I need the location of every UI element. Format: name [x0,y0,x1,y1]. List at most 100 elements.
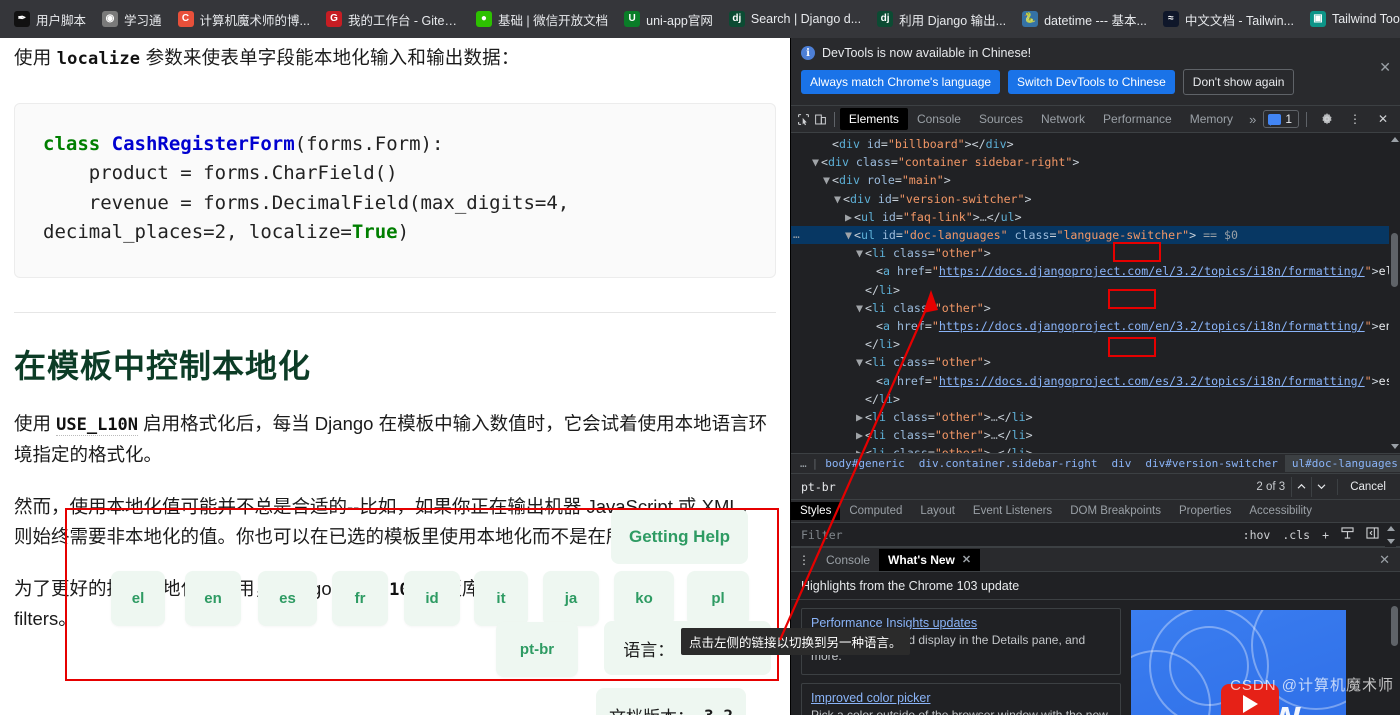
expand-triangle-icon[interactable]: ▼ [856,299,865,317]
devtools-tab-console[interactable]: Console [908,108,970,130]
bookmark-item[interactable]: ● 基础 | 微信开放文档 [468,6,616,33]
dom-node-line[interactable]: ▼ <li class="other"> [791,299,1400,317]
dom-node-line[interactable]: … ▼ <ul id="doc-languages" class="language… [791,226,1400,245]
dom-node-line[interactable]: ▶ <ul id="faq-link">…</ul> [791,208,1400,226]
breadcrumb-item[interactable]: div [1105,455,1139,472]
dom-node-line[interactable]: <a href="https://docs.djangoproject.com/… [791,372,1400,390]
search-prev-icon[interactable] [1291,476,1311,497]
styles-tab-layout[interactable]: Layout [911,502,964,520]
dom-node-line[interactable]: </li> [791,390,1400,408]
dom-scrollbar-thumb[interactable] [1391,233,1398,287]
language-chip-pt-br[interactable]: pt-br [496,622,578,677]
bookmark-item[interactable]: ✒ 用户脚本 [6,6,94,33]
more-options-kebab-icon[interactable]: ⋮ [1342,107,1368,131]
drawer-menu-kebab-icon[interactable]: ⋮ [791,554,817,566]
getting-help-chip[interactable]: Getting Help [611,509,748,564]
bookmark-item[interactable]: 🐍 datetime --- 基本... [1014,6,1155,33]
close-devtools-icon[interactable]: ✕ [1370,107,1396,131]
styles-tab-styles[interactable]: Styles [791,502,841,520]
class-toggle[interactable]: .cls [1276,528,1316,542]
language-chip-ko[interactable]: ko [614,571,674,626]
expand-triangle-icon[interactable]: ▼ [856,353,865,371]
whats-new-media-thumbnail[interactable]: new [1131,610,1346,715]
dom-node-line[interactable]: <a href="https://docs.djangoproject.com/… [791,317,1400,335]
switch-devtools-chinese-button[interactable]: Switch DevTools to Chinese [1008,70,1175,94]
whats-new-card[interactable]: Improved color picker Pick a color outsid… [801,682,1121,715]
dom-node-line[interactable]: <div id="billboard"></div> [791,135,1400,153]
expand-triangle-icon[interactable]: ▼ [812,153,821,171]
collapse-triangle-icon[interactable]: ▶ [856,408,865,426]
dom-node-line[interactable]: ▶<li class="other">…</li> [791,444,1400,453]
language-chip-en[interactable]: en [185,571,241,626]
bookmark-item[interactable]: C 计算机魔术师的博... [170,6,318,33]
breadcrumb-item[interactable]: body#generic [818,455,911,472]
bookmark-item[interactable]: Uuni-app官网 [616,6,721,33]
language-chip-el[interactable]: el [111,571,165,626]
bookmark-item[interactable]: dj 利用 Django 输出... [869,6,1014,33]
breadcrumb-item[interactable]: div.container.sidebar-right [912,455,1105,472]
styles-scroll-arrows[interactable] [1385,522,1396,547]
tabs-overflow-icon[interactable]: » [1242,110,1263,129]
whats-new-scrollbar-thumb[interactable] [1391,606,1398,646]
dom-node-line[interactable]: ▼ <div id="version-switcher"> [791,190,1400,208]
dont-show-again-button[interactable]: Don't show again [1182,69,1295,95]
devtools-tab-sources[interactable]: Sources [970,108,1032,130]
collapse-triangle-icon[interactable]: ▶ [856,444,865,453]
language-chip-fr[interactable]: fr [332,571,388,626]
always-match-language-button[interactable]: Always match Chrome's language [801,70,1001,94]
settings-gear-icon[interactable] [1314,107,1340,131]
dom-node-line[interactable]: ▶<li class="other">…</li> [791,426,1400,444]
devtools-tab-performance[interactable]: Performance [1094,108,1181,130]
breadcrumb-item[interactable]: ul#doc-languages.language-switcher [1284,455,1400,472]
expand-triangle-icon[interactable]: ▼ [823,171,832,189]
dom-tree-scrollbar[interactable] [1389,133,1400,453]
devtools-tab-elements[interactable]: Elements [839,108,908,130]
play-button-icon[interactable] [1221,684,1279,715]
styles-tab-event-listeners[interactable]: Event Listeners [964,502,1061,520]
computed-styles-icon[interactable] [1335,527,1360,542]
collapse-triangle-icon[interactable]: ▶ [856,426,865,444]
bookmark-item[interactable]: ≈ 中文文档 - Tailwin... [1155,6,1302,33]
language-chip-ja[interactable]: ja [543,571,599,626]
node-badge-dots[interactable]: … [793,226,800,244]
language-chip-it[interactable]: it [474,571,528,626]
device-toolbar-icon[interactable] [812,107,829,131]
breadcrumb-item[interactable]: div#version-switcher [1138,455,1284,472]
dom-search-input[interactable] [793,479,1251,494]
language-chip-es[interactable]: es [258,571,317,626]
styles-tab-properties[interactable]: Properties [1170,502,1240,520]
dom-node-line[interactable]: </li> [791,335,1400,353]
dom-tree[interactable]: <div id="billboard"></div> ▼ <div class="c… [791,133,1400,453]
expand-triangle-icon[interactable]: ▼ [845,226,854,244]
bookmark-item[interactable]: ◉ 学习通 [94,6,170,33]
breadcrumb-overflow-left[interactable]: … [795,457,812,470]
devtools-tab-memory[interactable]: Memory [1181,108,1242,130]
expand-triangle-icon[interactable]: ▼ [834,190,843,208]
bookmark-item[interactable]: G 我的工作台 - Gitee... [318,6,468,33]
whats-new-card-title[interactable]: Improved color picker [811,691,1111,705]
close-infobar-icon[interactable]: ✕ [1379,60,1391,74]
dom-node-line[interactable]: ▶<li class="other">…</li> [791,408,1400,426]
dom-node-line[interactable]: <a href="https://docs.djangoproject.com/… [791,262,1400,280]
language-chip-id[interactable]: id [404,571,460,626]
styles-filter-input[interactable] [795,527,1237,542]
new-style-rule-icon[interactable]: + [1316,528,1335,542]
dom-node-line[interactable]: ▼ <div class="container sidebar-right"> [791,153,1400,171]
dom-node-line[interactable]: ▼ <li class="other"> [791,353,1400,371]
styles-tab-dom-breakpoints[interactable]: DOM Breakpoints [1061,502,1170,520]
bookmark-item[interactable]: dj Search | Django d... [721,7,869,31]
hover-state-toggle[interactable]: :hov [1237,528,1277,542]
styles-tab-accessibility[interactable]: Accessibility [1240,502,1321,520]
toggle-sidebar-icon[interactable] [1360,527,1385,542]
dom-scroll-up-icon[interactable] [1391,137,1399,142]
language-chip-pl[interactable]: pl [687,571,749,626]
expand-triangle-icon[interactable]: ▼ [856,244,865,262]
issues-counter[interactable]: 1 [1263,110,1299,128]
collapse-triangle-icon[interactable]: ▶ [845,208,854,226]
drawer-tab-what-s-new[interactable]: What's New ✕ [879,548,981,571]
close-drawer-icon[interactable]: ✕ [1369,552,1400,568]
dom-scroll-down-icon[interactable] [1391,444,1399,449]
devtools-tab-network[interactable]: Network [1032,108,1094,130]
whats-new-scrollbar[interactable] [1389,600,1400,715]
dom-node-line[interactable]: ▼ <div role="main"> [791,171,1400,189]
